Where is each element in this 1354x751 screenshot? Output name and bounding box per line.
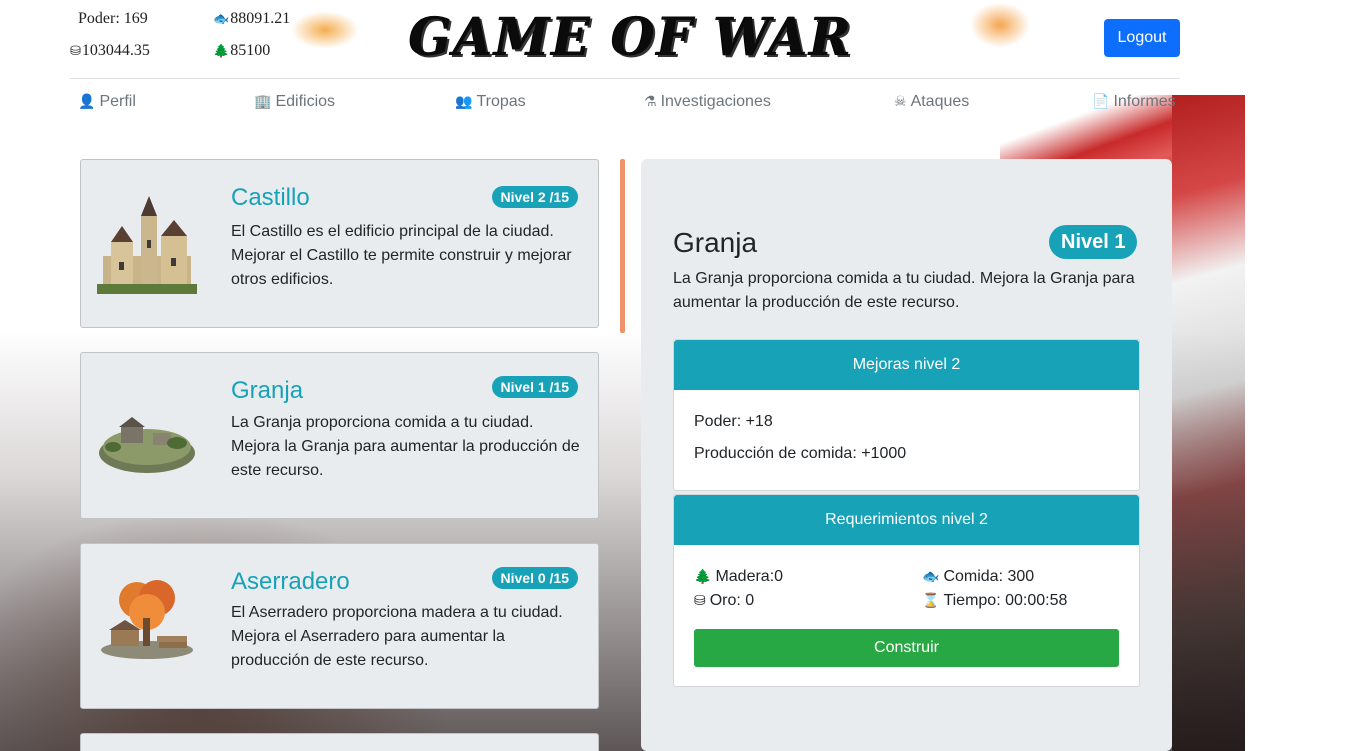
- building-card-aserradero[interactable]: Aserradero Nivel 0 /15 El Aserradero pro…: [80, 543, 599, 709]
- power-stat: Poder: 169: [78, 10, 148, 27]
- farm-icon: [99, 417, 195, 473]
- building-description: El Aserradero proporciona madera a tu ci…: [231, 604, 563, 669]
- building-card-granja[interactable]: Granja Nivel 1 /15 La Granja proporciona…: [80, 352, 599, 519]
- fish-icon: 🐟: [922, 569, 940, 585]
- detail-title: Granja: [673, 227, 758, 258]
- building-name: Castillo: [231, 184, 310, 211]
- attack-icon: ☠: [894, 94, 907, 110]
- building-name: Aserradero: [231, 568, 350, 595]
- nav-edificios[interactable]: 🏢 Edificios: [254, 93, 335, 111]
- requirement-food: 🐟 Comida: 300: [922, 568, 1035, 585]
- level-badge: Nivel 2 /15: [491, 186, 578, 208]
- gold-stat: ⛁103044.35: [70, 42, 150, 59]
- building-name: Granja: [231, 377, 304, 404]
- coins-icon: ⛁: [70, 44, 81, 59]
- food-stat: 🐟88091.21: [213, 10, 291, 27]
- building-card-castillo[interactable]: Castillo Nivel 2 /15 El Castillo es el e…: [80, 159, 599, 328]
- building-card-next[interactable]: [80, 733, 599, 751]
- scroll-indicator: [620, 159, 625, 333]
- upgrades-header: Mejoras nivel 2: [674, 340, 1139, 390]
- nav-perfil[interactable]: 👤 Perfil: [78, 93, 136, 111]
- sawmill-icon: [101, 580, 193, 659]
- level-badge: Nivel 1 /15: [491, 376, 578, 398]
- level-badge: Nivel 0 /15: [491, 567, 578, 589]
- troops-icon: 👥: [455, 94, 473, 110]
- report-icon: 📄: [1092, 94, 1110, 110]
- building-description: El Castillo es el edificio principal de …: [231, 223, 572, 288]
- upgrades-box: Mejoras nivel 2 Poder: +18 Producción de…: [673, 339, 1140, 491]
- fish-icon: 🐟: [213, 12, 230, 27]
- castle-icon: [97, 196, 197, 294]
- nav-ataques[interactable]: ☠ Ataques: [894, 93, 969, 111]
- logout-button[interactable]: Logout: [1104, 19, 1180, 57]
- tree-icon: 🌲: [213, 44, 230, 59]
- game-logo: GAME OF WAR: [408, 5, 854, 68]
- requirement-gold: ⛁ Oro: 0: [694, 592, 755, 609]
- coins-icon: ⛁: [694, 593, 706, 609]
- detail-description: La Granja proporciona comida a tu ciudad…: [673, 270, 1135, 311]
- hourglass-icon: ⌛: [922, 593, 940, 609]
- requirement-time: ⌛ Tiempo: 00:00:58: [922, 592, 1068, 609]
- nav-investigaciones[interactable]: ⚗ Investigaciones: [644, 93, 771, 111]
- top-header: Poder: 169 🐟88091.21 ⛁103044.35 🌲85100 G…: [70, 0, 1180, 79]
- nav-tropas[interactable]: 👥 Tropas: [455, 93, 526, 111]
- detail-level-badge: Nivel 1: [1049, 225, 1138, 259]
- tree-icon: 🌲: [694, 569, 712, 585]
- wood-stat: 🌲85100: [213, 42, 271, 59]
- nav-informes[interactable]: 📄 Informes: [1092, 93, 1176, 111]
- upgrade-item: Producción de comida: +1000: [694, 445, 907, 462]
- building-description: La Granja proporciona comida a tu ciudad…: [231, 414, 580, 479]
- main-nav: 👤 Perfil 🏢 Edificios 👥 Tropas ⚗ Investigacio…: [0, 93, 1354, 115]
- upgrade-item: Poder: +18: [694, 413, 773, 430]
- requirements-header: Requerimientos nivel 2: [674, 495, 1139, 545]
- requirements-box: Requerimientos nivel 2 🌲 Madera:0 🐟 Comida…: [673, 494, 1140, 687]
- requirement-wood: 🌲 Madera:0: [694, 568, 784, 585]
- building-icon: 🏢: [254, 94, 272, 110]
- building-detail-panel: Granja Nivel 1 La Granja proporciona com…: [641, 159, 1172, 751]
- flask-icon: ⚗: [644, 94, 657, 110]
- build-button[interactable]: Construir: [694, 629, 1119, 667]
- user-icon: 👤: [78, 94, 96, 110]
